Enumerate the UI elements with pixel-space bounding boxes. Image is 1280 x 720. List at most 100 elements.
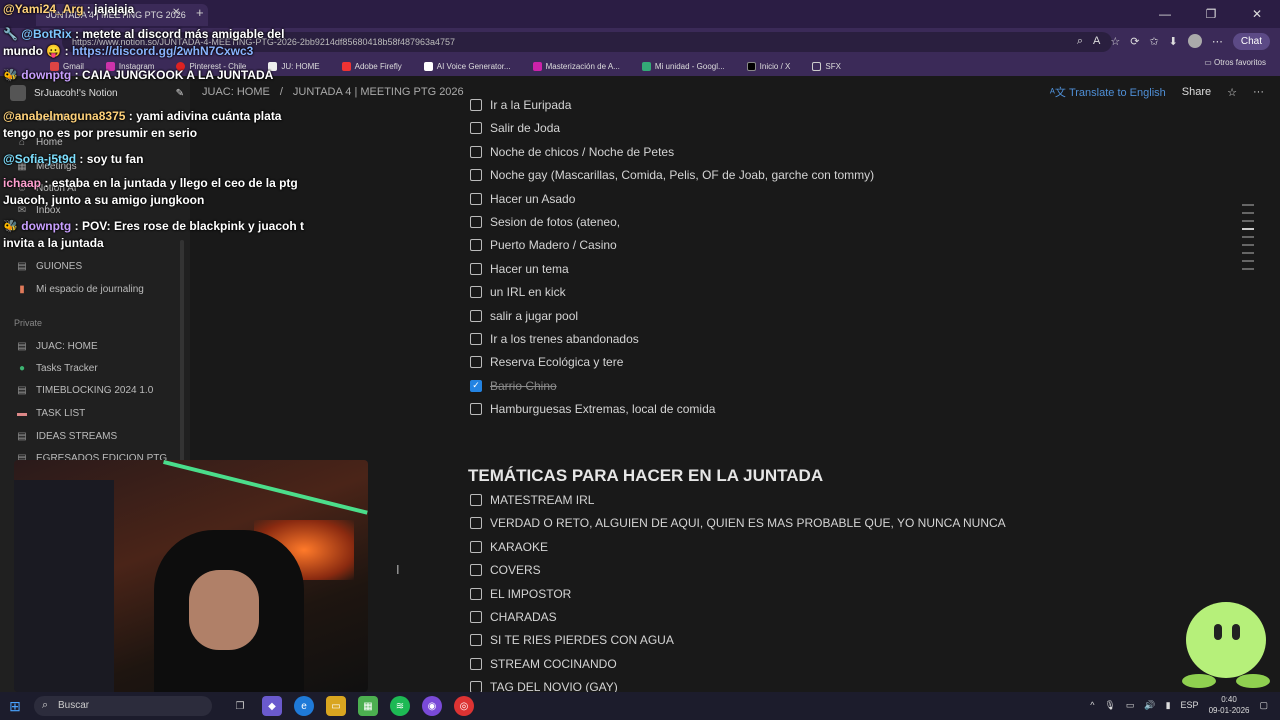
todo-item[interactable]: Hacer un tema: [470, 262, 569, 276]
todo-item[interactable]: SI TE RIES PIERDES CON AGUA: [470, 633, 674, 647]
checkbox[interactable]: [470, 192, 482, 205]
bookmark-ai-voice[interactable]: AI Voice Generator...: [423, 61, 511, 71]
profile-avatar[interactable]: [1187, 34, 1202, 48]
checkbox[interactable]: [470, 564, 482, 577]
checkbox[interactable]: [470, 657, 482, 670]
copilot-chat-button[interactable]: Chat: [1232, 32, 1270, 50]
tray-expand-icon[interactable]: ^: [1090, 700, 1094, 710]
checkbox[interactable]: [470, 169, 482, 182]
todo-text[interactable]: Hacer un tema: [490, 262, 569, 276]
todo-text[interactable]: Salir de Joda: [490, 121, 560, 135]
todo-text[interactable]: STREAM COCINANDO: [490, 657, 617, 671]
file-explorer-icon[interactable]: ▭: [326, 696, 346, 716]
todo-item[interactable]: Puerto Madero / Casino: [470, 238, 617, 252]
edge-icon[interactable]: e: [294, 696, 314, 716]
todo-item[interactable]: Sesion de fotos (ateneo,: [470, 215, 620, 229]
todo-text[interactable]: COVERS: [490, 563, 541, 577]
checkbox[interactable]: [470, 611, 482, 623]
sidebar-item-guiones[interactable]: ▤ GUIONES: [16, 260, 82, 272]
todo-item[interactable]: salir a jugar pool: [470, 309, 578, 323]
todo-item[interactable]: STREAM COCINANDO: [470, 657, 617, 671]
language-indicator[interactable]: ESP: [1181, 700, 1199, 710]
todo-text[interactable]: MATESTREAM IRL: [490, 493, 594, 507]
todo-text[interactable]: Hacer un Asado: [490, 192, 575, 206]
todo-item[interactable]: EL IMPOSTOR: [470, 587, 571, 601]
todo-text[interactable]: Ir a la Euripada: [490, 98, 571, 112]
todo-text[interactable]: KARAOKE: [490, 540, 548, 554]
other-bookmarks[interactable]: ▭ Otros favoritos: [1204, 58, 1266, 67]
todo-text[interactable]: Barrio Chino: [490, 379, 557, 393]
checkbox[interactable]: [470, 122, 482, 135]
translate-button[interactable]: ᴬ文 Translate to English: [1050, 84, 1166, 100]
obs-icon[interactable]: ◉: [422, 696, 442, 716]
checkbox[interactable]: [470, 99, 482, 111]
download-icon[interactable]: ⬇: [1169, 35, 1178, 48]
task-view-icon[interactable]: ❐: [230, 696, 250, 716]
todo-text[interactable]: Puerto Madero / Casino: [490, 238, 617, 252]
checkbox[interactable]: [470, 634, 482, 647]
checkbox[interactable]: [470, 587, 482, 600]
todo-text[interactable]: VERDAD O RETO, ALGUIEN DE AQUI, QUIEN ES…: [490, 516, 1006, 530]
todo-text[interactable]: EL IMPOSTOR: [490, 587, 571, 601]
zoom-icon[interactable]: ⌕: [1077, 35, 1083, 48]
microphone-icon[interactable]: 🎙: [1104, 700, 1115, 711]
close-window-icon[interactable]: ✕: [1234, 0, 1280, 28]
todo-text[interactable]: Hamburguesas Extremas, local de comida: [490, 402, 715, 416]
checkbox[interactable]: [470, 309, 482, 322]
clock[interactable]: 0:40 09-01-2026: [1209, 694, 1250, 716]
todo-item[interactable]: Noche gay (Mascarillas, Comida, Pelis, O…: [470, 168, 874, 182]
todo-item[interactable]: KARAOKE: [470, 540, 548, 554]
copilot-icon[interactable]: ◆: [262, 696, 282, 716]
share-button[interactable]: Share: [1182, 86, 1211, 98]
favorite-star-icon[interactable]: ☆: [1110, 35, 1120, 48]
checkbox[interactable]: [470, 216, 482, 228]
todo-item[interactable]: MATESTREAM IRL: [470, 493, 594, 507]
todo-item[interactable]: Reserva Ecológica y tere: [470, 355, 623, 369]
checkbox[interactable]: [470, 262, 482, 275]
speaker-icon[interactable]: 🔊: [1144, 700, 1155, 711]
menu-dots-icon[interactable]: ⋯: [1212, 35, 1223, 48]
todo-text[interactable]: SI TE RIES PIERDES CON AGUA: [490, 633, 674, 647]
maximize-icon[interactable]: ❐: [1188, 0, 1234, 28]
sidebar-item-timeblocking[interactable]: ▤ TIMEBLOCKING 2024 1.0: [16, 384, 153, 396]
todo-item[interactable]: VERDAD O RETO, ALGUIEN DE AQUI, QUIEN ES…: [470, 516, 1006, 530]
todo-item[interactable]: un IRL en kick: [470, 285, 566, 299]
sidebar-item-ideas-streams[interactable]: ▤ IDEAS STREAMS: [16, 430, 117, 442]
sidebar-item-task-list[interactable]: ▬ TASK LIST: [16, 407, 85, 419]
start-button[interactable]: ⊞: [0, 692, 30, 720]
todo-item[interactable]: Ir a los trenes abandonados: [470, 332, 639, 346]
notifications-icon[interactable]: ▢: [1259, 700, 1268, 711]
calculator-icon[interactable]: ▦: [358, 696, 378, 716]
todo-text[interactable]: un IRL en kick: [490, 285, 566, 299]
todo-item[interactable]: CHARADAS: [470, 610, 557, 624]
checkbox[interactable]: [470, 333, 482, 345]
todo-text[interactable]: Noche gay (Mascarillas, Comida, Pelis, O…: [490, 168, 874, 182]
more-options-icon[interactable]: ···: [1253, 86, 1264, 98]
checkbox[interactable]: [470, 540, 482, 553]
minimize-icon[interactable]: —: [1142, 0, 1188, 28]
todo-item[interactable]: ✓ Barrio Chino: [470, 379, 557, 393]
todo-item[interactable]: COVERS: [470, 563, 541, 577]
checkbox[interactable]: [470, 403, 482, 416]
todo-text[interactable]: Sesion de fotos (ateneo,: [490, 215, 620, 229]
checkbox[interactable]: [470, 239, 482, 252]
checkbox[interactable]: [470, 517, 482, 530]
todo-text[interactable]: Ir a los trenes abandonados: [490, 332, 639, 346]
favorite-star-icon[interactable]: ☆: [1227, 86, 1237, 99]
todo-text[interactable]: salir a jugar pool: [490, 309, 578, 323]
chrome-icon[interactable]: ◎: [454, 696, 474, 716]
bookmark-google-drive[interactable]: Mi unidad - Googl...: [641, 61, 725, 71]
chat-link[interactable]: https://discord.gg/2whN7Cxwc3: [72, 44, 253, 58]
todo-text[interactable]: CHARADAS: [490, 610, 557, 624]
bookmark-x[interactable]: Inicio / X: [746, 61, 790, 71]
sidebar-item-tasks-tracker[interactable]: ● Tasks Tracker: [16, 362, 98, 374]
checkbox-checked[interactable]: ✓: [470, 379, 482, 392]
todo-item[interactable]: Ir a la Euripada: [470, 98, 571, 112]
todo-item[interactable]: Noche de chicos / Noche de Petes: [470, 145, 674, 159]
sidebar-item-journaling[interactable]: ▮ Mi espacio de journaling: [16, 283, 144, 295]
checkbox[interactable]: [470, 286, 482, 299]
todo-text[interactable]: Reserva Ecológica y tere: [490, 355, 623, 369]
favorites-icon[interactable]: ✩: [1149, 35, 1158, 48]
todo-item[interactable]: Hamburguesas Extremas, local de comida: [470, 402, 715, 416]
bookmark-adobe-firefly[interactable]: Adobe Firefly: [341, 61, 402, 71]
